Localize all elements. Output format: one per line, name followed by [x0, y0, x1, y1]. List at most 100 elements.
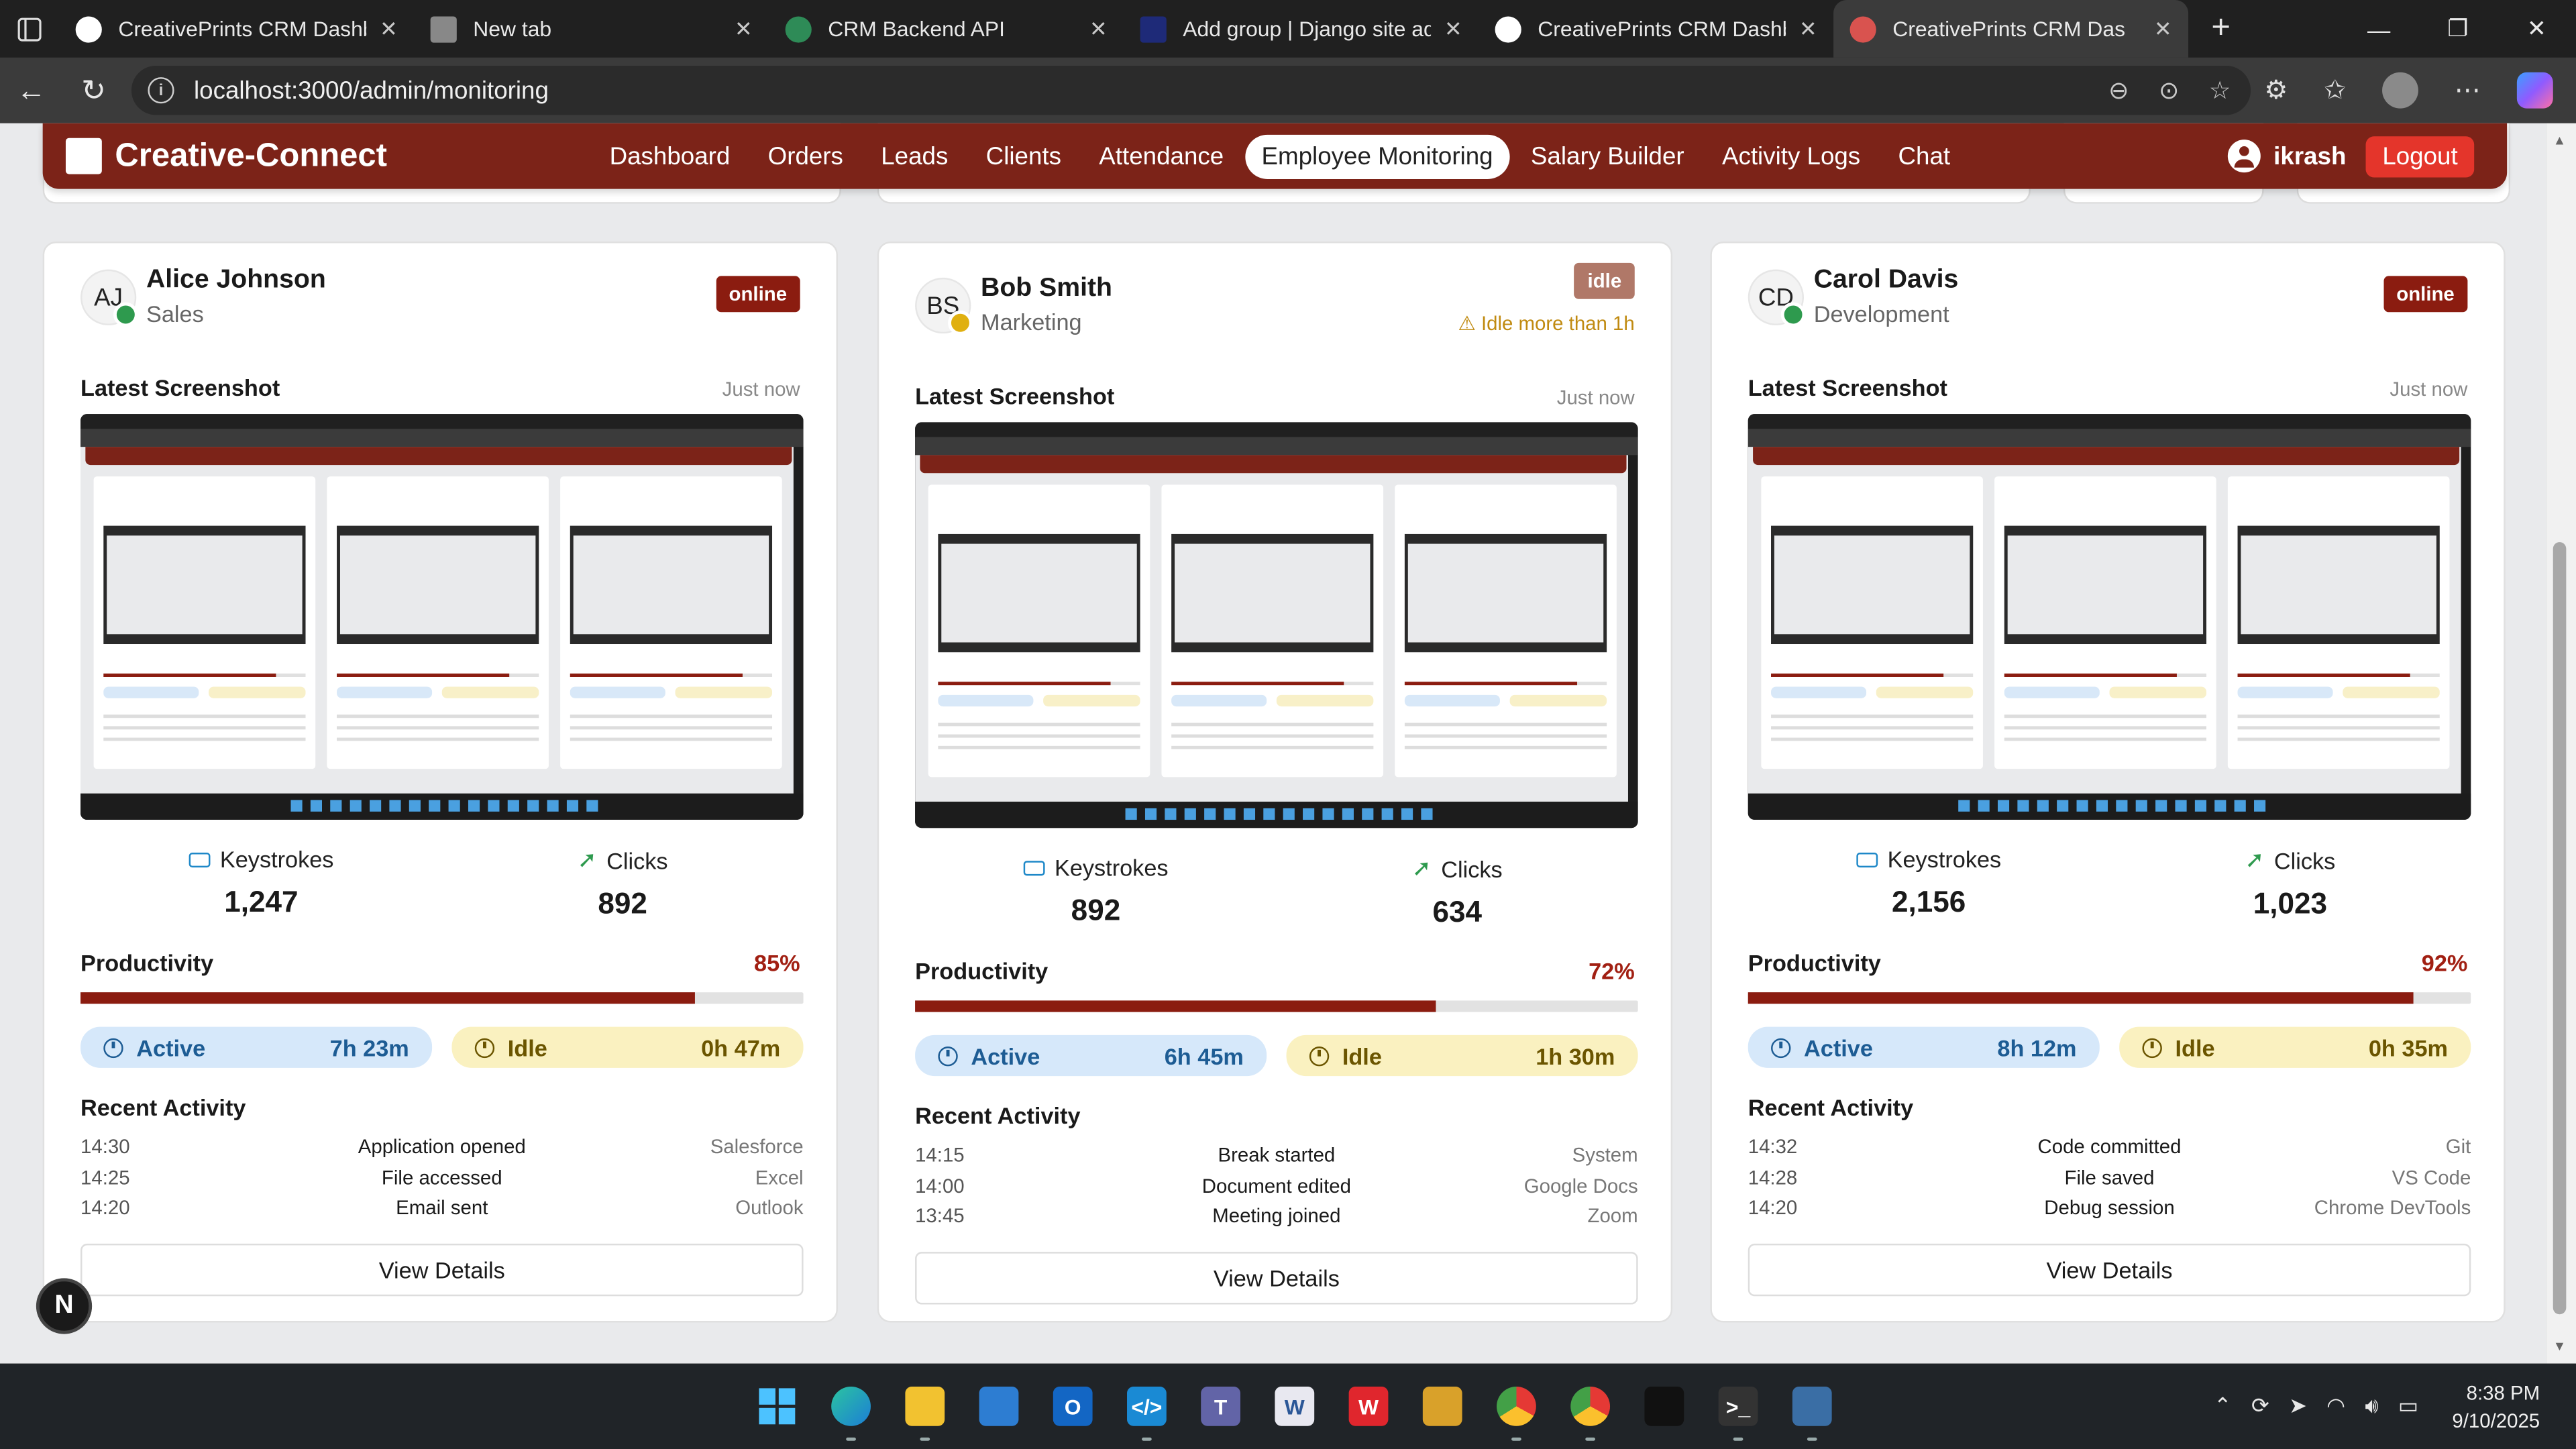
wps-icon[interactable]: W — [1339, 1377, 1398, 1436]
volume-icon[interactable]: 🔊︎ — [2365, 1393, 2378, 1419]
browser-tab[interactable]: CreativePrints CRM Dashboa ✕ — [59, 0, 414, 58]
nav-attendance[interactable]: Attendance — [1083, 134, 1240, 178]
site-info-icon[interactable]: i — [148, 77, 174, 104]
browser-tab[interactable]: Add group | Django site adm ✕ — [1124, 0, 1479, 58]
taskbar-clock[interactable]: 8:38 PM 9/10/2025 — [2452, 1380, 2540, 1436]
vscode-icon[interactable]: </> — [1117, 1377, 1176, 1441]
start-icon[interactable] — [747, 1377, 806, 1436]
productivity-label: Productivity — [915, 957, 1049, 984]
tab-title: CreativePrints CRM Dashboa — [1538, 16, 1786, 42]
nav-orders[interactable]: Orders — [751, 134, 859, 178]
close-icon[interactable]: ✕ — [1444, 15, 1462, 42]
productivity-label: Productivity — [80, 949, 214, 976]
activity-source: Google Docs — [1523, 1173, 1638, 1197]
browser-tab[interactable]: CreativePrints CRM Dashboa ✕ — [1479, 0, 1833, 58]
reload-icon[interactable]: ↻ — [62, 58, 125, 123]
close-icon[interactable]: ✕ — [2154, 15, 2172, 42]
logout-button[interactable]: Logout — [2365, 136, 2475, 177]
clock-time: 8:38 PM — [2466, 1381, 2540, 1405]
close-icon[interactable]: ✕ — [735, 15, 753, 42]
clock-icon — [1771, 1037, 1791, 1057]
sync-icon[interactable]: ⟳ — [2251, 1393, 2269, 1419]
nav-leads[interactable]: Leads — [865, 134, 965, 178]
maximize-icon[interactable]: ❐ — [2418, 0, 2498, 58]
archive-icon[interactable] — [1413, 1377, 1472, 1436]
send-icon[interactable]: ➤ — [2289, 1393, 2307, 1419]
nav-activity-logs[interactable]: Activity Logs — [1705, 134, 1876, 178]
snipping-tool-icon[interactable] — [1782, 1377, 1841, 1441]
nav-clients[interactable]: Clients — [969, 134, 1077, 178]
clock-icon — [1309, 1045, 1330, 1066]
zoom-icon[interactable]: ⊖ — [2108, 76, 2129, 105]
nav-chat[interactable]: Chat — [1882, 134, 1967, 178]
productivity-bar-fill — [915, 1000, 1436, 1012]
latest-screenshot-image[interactable] — [915, 422, 1638, 828]
view-details-button[interactable]: View Details — [1748, 1243, 2471, 1297]
chrome-profile-icon[interactable] — [1561, 1377, 1620, 1441]
more-tools-icon[interactable]: ⊙ — [2159, 76, 2180, 105]
browser-toolbar: ← ↻ i localhost:3000/admin/monitoring ⊖ … — [0, 57, 2576, 123]
copilot-icon[interactable] — [2516, 72, 2553, 109]
scroll-up-icon[interactable]: ▲ — [2553, 133, 2566, 148]
outlook-icon[interactable]: O — [1043, 1377, 1102, 1436]
keystrokes-value: 1,247 — [224, 885, 299, 918]
word-icon[interactable]: W — [1265, 1377, 1324, 1436]
browser-tab[interactable]: CRM Backend API ✕ — [769, 0, 1124, 58]
active-label: Active — [971, 1042, 1040, 1069]
activity-row: 14:20 Email sent Outlook — [80, 1196, 804, 1226]
teams-icon[interactable]: T — [1191, 1377, 1250, 1436]
tab-actions-icon[interactable] — [0, 0, 59, 58]
favorite-star-icon[interactable]: ☆ — [2209, 76, 2231, 105]
activity-source: Salesforce — [710, 1135, 804, 1159]
close-icon[interactable]: ✕ — [1089, 15, 1108, 42]
activity-row: 13:45 Meeting joined Zoom — [915, 1204, 1638, 1234]
brand[interactable]: Creative-Connect — [65, 137, 387, 174]
floating-n-badge[interactable]: N — [36, 1278, 93, 1334]
chrome-icon[interactable] — [1487, 1377, 1546, 1441]
terminal-icon[interactable]: >_ — [1709, 1377, 1768, 1441]
nav-dashboard[interactable]: Dashboard — [593, 134, 747, 178]
file-explorer-icon[interactable] — [896, 1377, 955, 1441]
browser-tab[interactable]: New tab ✕ — [414, 0, 769, 58]
tab-favicon-icon — [75, 15, 102, 42]
minimize-icon[interactable]: — — [2339, 0, 2418, 58]
view-details-button[interactable]: View Details — [80, 1243, 804, 1297]
wifi-icon[interactable]: ◠ — [2326, 1393, 2345, 1419]
battery-icon[interactable]: ▭ — [2398, 1393, 2418, 1419]
address-bar[interactable]: i localhost:3000/admin/monitoring ⊖ ⊙ ☆ — [131, 65, 2251, 115]
latest-screenshot-image[interactable] — [80, 414, 804, 820]
url-text[interactable]: localhost:3000/admin/monitoring — [194, 76, 549, 105]
tab-title: CreativePrints CRM Das — [1892, 16, 2126, 42]
close-window-icon[interactable]: ✕ — [2497, 0, 2576, 58]
chevron-up-icon[interactable]: ⌃ — [2214, 1393, 2232, 1419]
edge-icon[interactable] — [822, 1377, 881, 1441]
productivity-bar — [915, 1000, 1638, 1012]
browser-tab-active[interactable]: CreativePrints CRM Das ✕ — [1833, 0, 2189, 58]
main-nav: Dashboard Orders Leads Clients Attendanc… — [593, 123, 1972, 189]
scroll-down-icon[interactable]: ▼ — [2553, 1339, 2566, 1354]
latest-screenshot-title: Latest Screenshot — [915, 382, 1115, 409]
scrollbar-thumb[interactable] — [2553, 542, 2567, 1315]
extensions-icon[interactable]: ⚙ — [2264, 74, 2288, 107]
tab-title: New tab — [473, 16, 552, 42]
recent-activity-title: Recent Activity — [80, 1094, 246, 1121]
latest-screenshot-image[interactable] — [1748, 414, 2471, 820]
new-tab-icon[interactable]: + — [2211, 10, 2231, 48]
epic-games-icon[interactable] — [1635, 1377, 1694, 1436]
employee-card: CD Carol Davis Development online Latest Scr… — [1710, 241, 2506, 1323]
profile-avatar[interactable] — [2382, 72, 2418, 109]
store-icon[interactable] — [969, 1377, 1028, 1436]
active-label: Active — [1804, 1034, 1873, 1061]
view-details-button[interactable]: View Details — [915, 1252, 1638, 1305]
clicks-label: Clicks — [606, 847, 668, 873]
back-icon[interactable]: ← — [0, 58, 62, 123]
more-menu-icon[interactable]: ⋯ — [2455, 74, 2481, 107]
page-scrollbar[interactable]: ▲ ▼ — [2546, 123, 2576, 1364]
employee-card: BS Bob Smith Marketing idle ⚠ Idle more than… — [877, 241, 1673, 1323]
close-icon[interactable]: ✕ — [1799, 15, 1817, 42]
nav-salary-builder[interactable]: Salary Builder — [1514, 134, 1701, 178]
nav-employee-monitoring[interactable]: Employee Monitoring — [1245, 133, 1510, 178]
close-icon[interactable]: ✕ — [380, 15, 398, 42]
favorites-icon[interactable]: ✩ — [2324, 74, 2346, 107]
presence-dot-icon — [113, 302, 138, 327]
